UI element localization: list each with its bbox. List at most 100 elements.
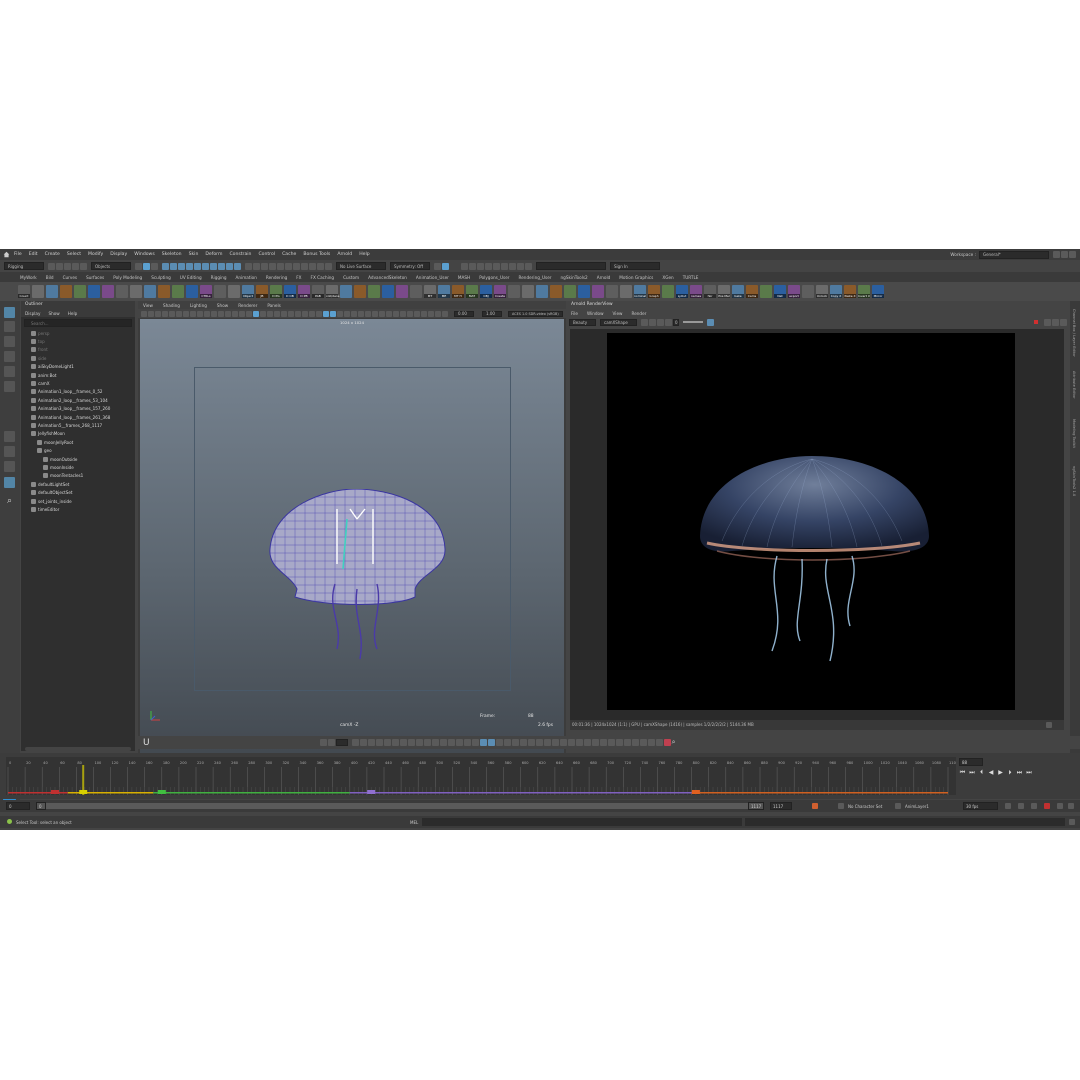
menu-control[interactable]: Control: [258, 252, 275, 257]
shelf-button-icon[interactable]: [606, 285, 618, 298]
outliner-item[interactable]: defaultObjectSet: [21, 488, 135, 496]
tool-icon[interactable]: [439, 739, 447, 746]
viewport-tool-icon[interactable]: [330, 310, 336, 317]
time-slider-track[interactable]: 0 20 40 60 80 100 120 140 160 180 200 220 240 260 280 3…: [6, 757, 956, 795]
shelf-button-icon[interactable]: [340, 285, 352, 298]
viewport-tool-icon[interactable]: [169, 310, 175, 317]
tool-icon[interactable]: [383, 739, 391, 746]
shelf-button-icon[interactable]: D OB: [284, 285, 296, 298]
two-view-icon[interactable]: [4, 461, 15, 472]
shelf-button-icon[interactable]: [214, 285, 226, 298]
shelf-tab-polygons-user[interactable]: Polygons_User: [479, 275, 509, 280]
shelf-button-icon[interactable]: D PG: [270, 285, 282, 298]
home-icon[interactable]: [3, 251, 10, 258]
shelf-button-icon[interactable]: Paste X: [844, 285, 856, 298]
outliner-item[interactable]: geo: [21, 446, 135, 454]
tool-icon[interactable]: [567, 739, 575, 746]
viewport-menu-show[interactable]: Show: [217, 303, 228, 308]
viewport-tool-icon[interactable]: [302, 310, 308, 317]
tool-icon[interactable]: [639, 739, 647, 746]
tool-icon[interactable]: [511, 739, 519, 746]
shelf-button-icon[interactable]: OBJ: [480, 285, 492, 298]
shelf-tab-animation[interactable]: Animation: [236, 275, 257, 280]
shelf-tab-fx[interactable]: FX: [296, 275, 301, 280]
shelf-button-icon[interactable]: Count: [18, 285, 30, 298]
viewport-menu-shading[interactable]: Shading: [163, 303, 180, 308]
shelf-button-icon[interactable]: hkr: [704, 285, 716, 298]
shelf-tab-mywork[interactable]: MyWork: [20, 275, 37, 280]
tool-icon[interactable]: [471, 739, 479, 746]
shelf-button-icon[interactable]: [116, 285, 128, 298]
tool-icon[interactable]: [487, 739, 495, 746]
shelf-button-icon[interactable]: [536, 285, 548, 298]
shelf-tab-turtle[interactable]: TURTLE: [683, 275, 699, 280]
menu-modify[interactable]: Modify: [88, 252, 103, 257]
side-tab-ngskintools[interactable]: ngSkinTools2 1.0: [1072, 466, 1076, 496]
viewport-tool-icon[interactable]: [365, 310, 371, 317]
shelf-button-icon[interactable]: Pos Mel: [718, 285, 730, 298]
timeline-key[interactable]: [51, 790, 59, 794]
viewport-tool-icon[interactable]: [176, 310, 182, 317]
timeline-key[interactable]: [691, 790, 700, 794]
pause-icon[interactable]: [517, 262, 524, 270]
outliner-item[interactable]: Animation3_loop__frames_157_260: [21, 405, 135, 413]
stop-icon[interactable]: [1034, 320, 1038, 324]
shelf-tab-animation-user[interactable]: Animation_User: [416, 275, 449, 280]
outliner-item[interactable]: defaultLightSet: [21, 480, 135, 488]
shelf-button-icon[interactable]: [396, 285, 408, 298]
character-set-label[interactable]: No Character Set: [848, 804, 882, 809]
select-hierarchy-icon[interactable]: [135, 262, 142, 270]
viewport-tool-icon[interactable]: [155, 310, 161, 317]
search-icon[interactable]: ⌕: [4, 496, 15, 507]
viewport-tool-icon[interactable]: [218, 310, 224, 317]
menu-windows[interactable]: Windows: [134, 252, 155, 257]
outliner-item[interactable]: side: [21, 354, 135, 362]
shelf-button-icon[interactable]: MAT: [466, 285, 478, 298]
tool-icon[interactable]: [583, 739, 591, 746]
soft-select-icon[interactable]: [434, 262, 441, 270]
step-back-key-icon[interactable]: ⏭: [969, 769, 976, 776]
scale-tool-icon[interactable]: [4, 381, 15, 392]
snap-icon[interactable]: [317, 262, 324, 270]
shelf-button-icon[interactable]: coll/dens: [326, 285, 339, 298]
outliner-menu-help[interactable]: Help: [68, 311, 78, 316]
shelf-button-icon[interactable]: D PB: [298, 285, 310, 298]
menu-select[interactable]: Select: [67, 252, 81, 257]
tool-icon[interactable]: [503, 739, 511, 746]
snap-icon[interactable]: [301, 262, 308, 270]
region-icon[interactable]: [657, 318, 664, 326]
snap-icon[interactable]: [285, 262, 292, 270]
side-tab-attribute-editor[interactable]: Attribute Editor: [1072, 371, 1076, 399]
renderview-menu-file[interactable]: File: [571, 311, 578, 316]
tool-icon[interactable]: [599, 739, 607, 746]
viewport-tool-icon[interactable]: [288, 310, 294, 317]
tool-icon[interactable]: [479, 739, 487, 746]
viewport-tool-icon[interactable]: [344, 310, 350, 317]
paint-select-icon[interactable]: [4, 336, 15, 347]
shelf-button-icon[interactable]: names: [690, 285, 702, 298]
viewport-tool-icon[interactable]: [141, 310, 147, 317]
pause-icon[interactable]: [525, 262, 532, 270]
tool-icon[interactable]: [591, 739, 599, 746]
viewport-tool-icon[interactable]: [162, 310, 168, 317]
tool-icon[interactable]: [327, 739, 335, 746]
shelf-tab-rendering-user[interactable]: Rendering_User: [519, 275, 552, 280]
shelf-button-icon[interactable]: Mirror: [872, 285, 884, 298]
snap-view-icon[interactable]: [269, 262, 276, 270]
shelf-button-icon[interactable]: [32, 285, 44, 298]
select-object-icon[interactable]: [143, 262, 150, 270]
heart-icon[interactable]: [663, 739, 671, 746]
viewport-tool-icon[interactable]: [190, 310, 196, 317]
render-camera-select[interactable]: camXShape: [600, 318, 637, 326]
viewport-tool-icon[interactable]: [316, 310, 322, 317]
tool-icon[interactable]: [447, 739, 455, 746]
tool-icon[interactable]: [455, 739, 463, 746]
go-to-end-icon[interactable]: ⏭: [1026, 769, 1033, 776]
search-field[interactable]: [536, 262, 606, 270]
range-inner-end-field[interactable]: 1117: [748, 802, 764, 810]
camera-tool-icon[interactable]: [442, 262, 449, 270]
viewport-tool-icon[interactable]: [260, 310, 266, 317]
render-canvas[interactable]: [570, 329, 1064, 721]
tool-icon[interactable]: [655, 739, 663, 746]
outliner-item[interactable]: timeEditor: [21, 505, 135, 513]
